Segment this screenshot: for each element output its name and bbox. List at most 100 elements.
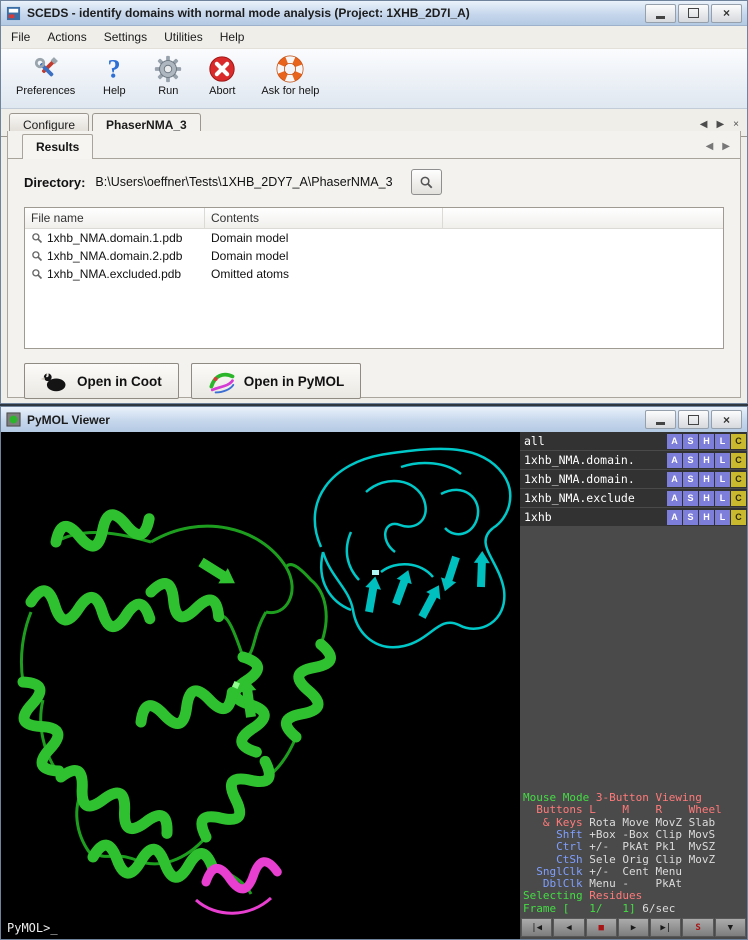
tab-content: Results ◀ ▶ Directory: B:\Users\oeffner\… xyxy=(7,131,741,398)
minimize-icon xyxy=(656,422,665,425)
fast-forward-button[interactable]: ▶| xyxy=(650,918,681,937)
sceds-titlebar[interactable]: SCEDS - identify domains with normal mod… xyxy=(1,1,747,26)
open-in-pymol-button[interactable]: Open in PyMOL xyxy=(191,363,362,399)
preferences-tools-icon xyxy=(31,54,61,84)
close-button[interactable]: × xyxy=(711,410,742,429)
color-button[interactable]: C xyxy=(731,434,746,449)
show-button[interactable]: S xyxy=(683,453,698,468)
menu-actions[interactable]: Actions xyxy=(47,30,86,44)
minimize-button[interactable] xyxy=(645,410,676,429)
column-contents[interactable]: Contents xyxy=(205,208,443,228)
subtab-scroll-left-icon[interactable]: ◀ xyxy=(706,141,714,152)
maximize-button[interactable] xyxy=(678,4,709,23)
pymol-titlebar[interactable]: PyMOL Viewer × xyxy=(1,407,747,433)
menu-utilities[interactable]: Utilities xyxy=(164,30,203,44)
action-button[interactable]: A xyxy=(667,472,682,487)
browse-directory-button[interactable] xyxy=(411,169,442,195)
menu-dropdown-button[interactable]: ▼ xyxy=(715,918,746,937)
object-name[interactable]: 1xhb_NMA.exclude xyxy=(524,491,667,505)
stop-button[interactable]: ■ xyxy=(586,918,617,937)
menu-help[interactable]: Help xyxy=(220,30,245,44)
scene-button[interactable]: S xyxy=(682,918,713,937)
file-name: 1xhb_NMA.domain.1.pdb xyxy=(47,231,182,245)
column-file-name[interactable]: File name xyxy=(25,208,205,228)
svg-text:?: ? xyxy=(108,54,121,83)
action-row: Open in Coot Open in PyMOL xyxy=(24,363,724,399)
color-button[interactable]: C xyxy=(731,510,746,525)
abort-button[interactable]: Abort xyxy=(200,52,244,99)
table-row[interactable]: 1xhb_NMA.domain.2.pdb Domain model xyxy=(25,247,723,265)
pymol-body: PyMOL>_ all A S H L C 1xhb_NMA.domain. A… xyxy=(1,432,747,939)
show-button[interactable]: S xyxy=(683,510,698,525)
window-title: PyMOL Viewer xyxy=(27,413,110,427)
maximize-button[interactable] xyxy=(678,410,709,429)
rewind-button[interactable]: |◀ xyxy=(521,918,552,937)
coot-bird-icon xyxy=(41,368,68,395)
color-button[interactable]: C xyxy=(731,453,746,468)
object-row-excluded[interactable]: 1xhb_NMA.exclude A S H L C xyxy=(520,489,747,507)
preferences-button[interactable]: Preferences xyxy=(9,52,82,99)
object-row-domain-2[interactable]: 1xhb_NMA.domain. A S H L C xyxy=(520,470,747,488)
tab-results[interactable]: Results xyxy=(22,134,93,159)
magnifier-icon xyxy=(31,250,43,262)
object-row-domain-1[interactable]: 1xhb_NMA.domain. A S H L C xyxy=(520,451,747,469)
pymol-app-icon xyxy=(6,412,21,427)
action-button[interactable]: A xyxy=(667,453,682,468)
ask-for-help-button[interactable]: Ask for help xyxy=(254,52,326,99)
hide-button[interactable]: H xyxy=(699,453,714,468)
tab-scroll-left-icon[interactable]: ◀ xyxy=(700,119,708,130)
results-panel: Directory: B:\Users\oeffner\Tests\1XHB_2… xyxy=(8,159,740,399)
close-button[interactable]: × xyxy=(711,4,742,23)
label-button[interactable]: L xyxy=(715,434,730,449)
protein-structure[interactable] xyxy=(1,432,520,939)
show-button[interactable]: S xyxy=(683,434,698,449)
play-button[interactable]: ▶ xyxy=(618,918,649,937)
object-row-1xhb[interactable]: 1xhb A S H L C xyxy=(520,508,747,526)
table-row[interactable]: 1xhb_NMA.excluded.pdb Omitted atoms xyxy=(25,265,723,283)
minimize-button[interactable] xyxy=(645,4,676,23)
step-back-button[interactable]: ◀ xyxy=(553,918,584,937)
show-button[interactable]: S xyxy=(683,491,698,506)
molecule-viewport[interactable]: PyMOL>_ xyxy=(1,432,520,939)
action-button[interactable]: A xyxy=(667,510,682,525)
object-name[interactable]: 1xhb_NMA.domain. xyxy=(524,453,667,467)
tool-label: Help xyxy=(103,85,126,97)
minimize-icon xyxy=(656,16,665,19)
tool-label: Ask for help xyxy=(261,85,319,97)
subtab-strip: Results ◀ ▶ xyxy=(8,131,740,159)
file-contents: Domain model xyxy=(205,249,443,263)
run-gear-icon xyxy=(153,54,183,84)
object-name[interactable]: 1xhb xyxy=(524,510,667,524)
label-button[interactable]: L xyxy=(715,491,730,506)
action-button[interactable]: A xyxy=(667,491,682,506)
run-button[interactable]: Run xyxy=(146,52,190,99)
menu-file[interactable]: File xyxy=(11,30,30,44)
label-button[interactable]: L xyxy=(715,472,730,487)
tab-scroll-right-icon[interactable]: ▶ xyxy=(716,119,724,130)
command-prompt[interactable]: PyMOL>_ xyxy=(7,921,58,935)
show-button[interactable]: S xyxy=(683,472,698,487)
color-button[interactable]: C xyxy=(731,491,746,506)
mouse-mode-panel: Mouse Mode 3-Button Viewing Buttons L M … xyxy=(520,792,747,917)
object-name[interactable]: 1xhb_NMA.domain. xyxy=(524,472,667,486)
file-name: 1xhb_NMA.excluded.pdb xyxy=(47,267,181,281)
label-button[interactable]: L xyxy=(715,453,730,468)
hide-button[interactable]: H xyxy=(699,472,714,487)
subtab-scroll-right-icon[interactable]: ▶ xyxy=(722,141,730,152)
hide-button[interactable]: H xyxy=(699,434,714,449)
action-button[interactable]: A xyxy=(667,434,682,449)
object-row-all[interactable]: all A S H L C xyxy=(520,432,747,450)
menu-settings[interactable]: Settings xyxy=(104,30,147,44)
button-label: Open in Coot xyxy=(77,374,162,389)
hide-button[interactable]: H xyxy=(699,491,714,506)
tab-close-icon[interactable]: × xyxy=(733,119,739,130)
tool-label: Preferences xyxy=(16,85,75,97)
hide-button[interactable]: H xyxy=(699,510,714,525)
help-button[interactable]: ? Help xyxy=(92,52,136,99)
directory-row: Directory: B:\Users\oeffner\Tests\1XHB_2… xyxy=(24,169,724,195)
label-button[interactable]: L xyxy=(715,510,730,525)
table-row[interactable]: 1xhb_NMA.domain.1.pdb Domain model xyxy=(25,229,723,247)
color-button[interactable]: C xyxy=(731,472,746,487)
object-name[interactable]: all xyxy=(524,434,667,448)
open-in-coot-button[interactable]: Open in Coot xyxy=(24,363,179,399)
